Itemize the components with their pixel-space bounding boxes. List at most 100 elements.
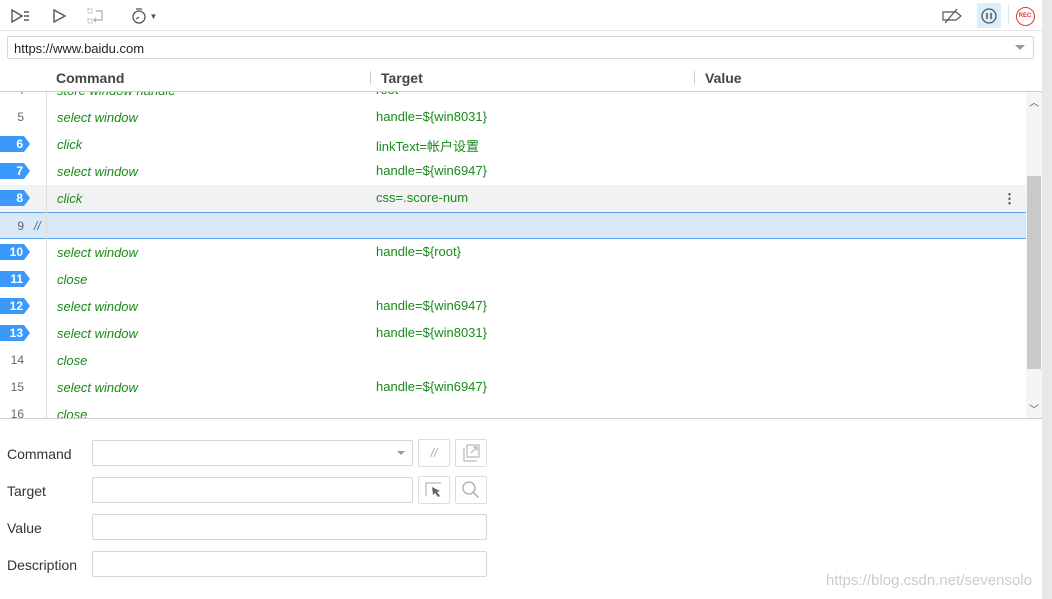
target-cell: handle=${win6947} <box>376 298 487 313</box>
description-label: Description <box>7 557 78 573</box>
command-table: 4 store window handle root 5 select window ha… <box>0 92 1026 419</box>
chevron-down-icon: ▼ <box>149 11 158 21</box>
record-icon: REC <box>1015 6 1035 26</box>
command-cell: select window <box>57 110 138 125</box>
url-dropdown-caret-icon[interactable] <box>1015 45 1025 50</box>
target-label: Target <box>7 483 46 499</box>
command-cell: select window <box>57 326 138 341</box>
table-row[interactable]: 10 select window handle=${root} <box>0 239 1026 266</box>
command-cell: select window <box>57 299 138 314</box>
breakpoint-marker[interactable]: 7 <box>0 163 30 179</box>
open-window-icon <box>463 444 480 462</box>
table-row[interactable]: 6 click linkText=帐户设置 <box>0 131 1026 158</box>
pause-icon <box>981 7 997 24</box>
pause-on-exceptions-button[interactable] <box>977 3 1001 28</box>
header-command: Command <box>56 70 125 86</box>
scroll-up-icon[interactable]: ︿ <box>1029 94 1039 109</box>
command-cell: select window <box>57 164 138 179</box>
command-cell: select window <box>57 380 138 395</box>
breakpoint-marker[interactable]: 10 <box>0 244 30 260</box>
value-label: Value <box>7 520 42 536</box>
scroll-down-icon[interactable]: ﹀ <box>1029 401 1039 416</box>
column-divider[interactable] <box>370 71 371 84</box>
breakpoint-marker[interactable]: 8 <box>0 190 30 206</box>
disable-breakpoints-icon <box>942 8 962 24</box>
table-row[interactable]: 13 select window handle=${win8031} <box>0 320 1026 347</box>
target-cell: handle=${win8031} <box>376 109 487 124</box>
open-reference-button[interactable] <box>455 439 487 467</box>
command-cell: click <box>57 137 83 152</box>
selenium-ide-window: ▼ REC https://www.baidu.com Command Targ… <box>0 0 1042 599</box>
target-cell: linkText=帐户设置 <box>376 139 479 154</box>
target-input[interactable] <box>92 477 413 503</box>
search-icon <box>462 481 479 498</box>
speed-dropdown[interactable]: ▼ <box>128 4 160 28</box>
breakpoint-marker[interactable]: 6 <box>0 136 30 152</box>
line-number[interactable]: 15 <box>0 380 30 394</box>
disable-breakpoints-button[interactable] <box>940 4 964 28</box>
table-row[interactable]: 7 select window handle=${win6947} <box>0 158 1026 185</box>
header-value: Value <box>705 70 742 86</box>
target-cell: handle=${win6947} <box>376 379 487 394</box>
table-row[interactable]: 9 // <box>0 212 1026 239</box>
line-number[interactable]: 16 <box>0 407 30 418</box>
breakpoint-marker[interactable]: 13 <box>0 325 30 341</box>
description-input[interactable] <box>92 551 487 577</box>
table-header: Command Target Value <box>0 66 1042 92</box>
more-options-icon[interactable]: ⋮ <box>1003 191 1016 207</box>
toolbar: ▼ REC <box>0 0 1042 31</box>
table-row[interactable]: 12 select window handle=${win6947} <box>0 293 1026 320</box>
table-row[interactable]: 14 close <box>0 347 1026 374</box>
table-row[interactable]: 4 store window handle root <box>0 92 1026 104</box>
select-element-icon <box>425 482 441 497</box>
line-number[interactable]: 4 <box>0 92 30 97</box>
line-number[interactable]: 9 <box>0 219 30 233</box>
base-url-value: https://www.baidu.com <box>14 41 145 56</box>
scrollbar-thumb[interactable] <box>1027 176 1041 369</box>
table-row[interactable]: 5 select window handle=${win8031} <box>0 104 1026 131</box>
watermark: https://blog.csdn.net/sevensolo <box>826 572 1032 589</box>
command-cell: select window <box>57 245 138 260</box>
column-divider[interactable] <box>694 71 695 84</box>
command-cell: close <box>57 272 88 287</box>
run-all-icon <box>11 8 29 24</box>
base-url-input[interactable]: https://www.baidu.com <box>7 36 1034 59</box>
target-cell: handle=${win8031} <box>376 325 487 340</box>
run-test-button[interactable] <box>48 4 70 28</box>
line-number[interactable]: 5 <box>0 110 30 124</box>
command-label: Command <box>7 446 72 462</box>
target-cell: css=.score-num <box>376 190 469 205</box>
gutter-divider <box>46 92 47 418</box>
run-icon <box>53 8 67 24</box>
breakpoint-marker[interactable]: 12 <box>0 298 30 314</box>
header-target: Target <box>381 70 423 86</box>
table-row[interactable]: 11 close <box>0 266 1026 293</box>
step-over-icon <box>87 8 103 24</box>
command-cell: close <box>57 353 88 368</box>
command-cell: close <box>57 407 88 419</box>
comment-toggle-button[interactable]: // <box>418 439 450 467</box>
line-number[interactable]: 14 <box>0 353 30 367</box>
chevron-down-icon[interactable] <box>397 451 405 455</box>
timer-icon <box>131 8 146 24</box>
command-cell: click <box>57 191 83 206</box>
target-cell: root <box>376 92 398 97</box>
window-edge <box>1042 0 1052 599</box>
command-cell: store window handle <box>57 92 176 98</box>
target-cell: handle=${root} <box>376 244 461 259</box>
divider <box>1008 5 1009 25</box>
find-target-button[interactable] <box>455 476 487 504</box>
record-button[interactable]: REC <box>1014 4 1036 28</box>
table-scrollbar[interactable]: ︿ ﹀ <box>1026 92 1042 419</box>
comment-marker: // <box>34 219 41 233</box>
table-row[interactable]: 15 select window handle=${win6947} <box>0 374 1026 401</box>
table-row[interactable]: 16 close <box>0 401 1026 419</box>
target-cell: handle=${win6947} <box>376 163 487 178</box>
select-target-button[interactable] <box>418 476 450 504</box>
breakpoint-marker[interactable]: 11 <box>0 271 30 287</box>
value-input[interactable] <box>92 514 487 540</box>
command-input[interactable] <box>92 440 413 466</box>
run-all-tests-button[interactable] <box>8 4 34 28</box>
step-over-button[interactable] <box>84 4 108 28</box>
table-row[interactable]: 8 click css=.score-num ⋮ <box>0 185 1026 212</box>
